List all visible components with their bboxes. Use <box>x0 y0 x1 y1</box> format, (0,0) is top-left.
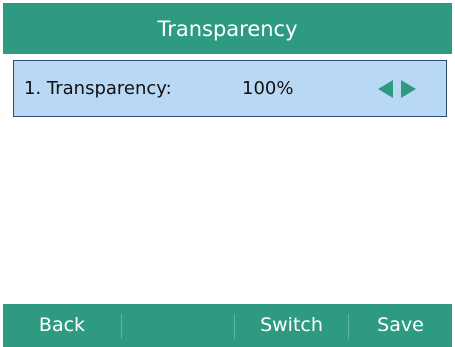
transparency-label: 1. Transparency: <box>24 78 172 99</box>
empty-softkey[interactable] <box>122 304 234 347</box>
content-area: 1. Transparency: 100% <box>3 54 452 304</box>
softkey-bar: Back Switch Save <box>3 304 452 347</box>
switch-button[interactable]: Switch <box>235 304 348 347</box>
transparency-value[interactable]: 100% <box>242 61 293 116</box>
page-title: Transparency <box>157 16 298 41</box>
arrow-left-icon[interactable] <box>378 80 393 98</box>
value-arrows[interactable] <box>378 79 418 99</box>
save-button[interactable]: Save <box>349 304 452 347</box>
title-bar: Transparency <box>3 3 452 54</box>
transparency-row[interactable]: 1. Transparency: 100% <box>13 60 447 117</box>
back-button[interactable]: Back <box>3 304 121 347</box>
phone-screen: Transparency 1. Transparency: 100% Back … <box>0 0 455 347</box>
arrow-right-icon[interactable] <box>401 80 416 98</box>
